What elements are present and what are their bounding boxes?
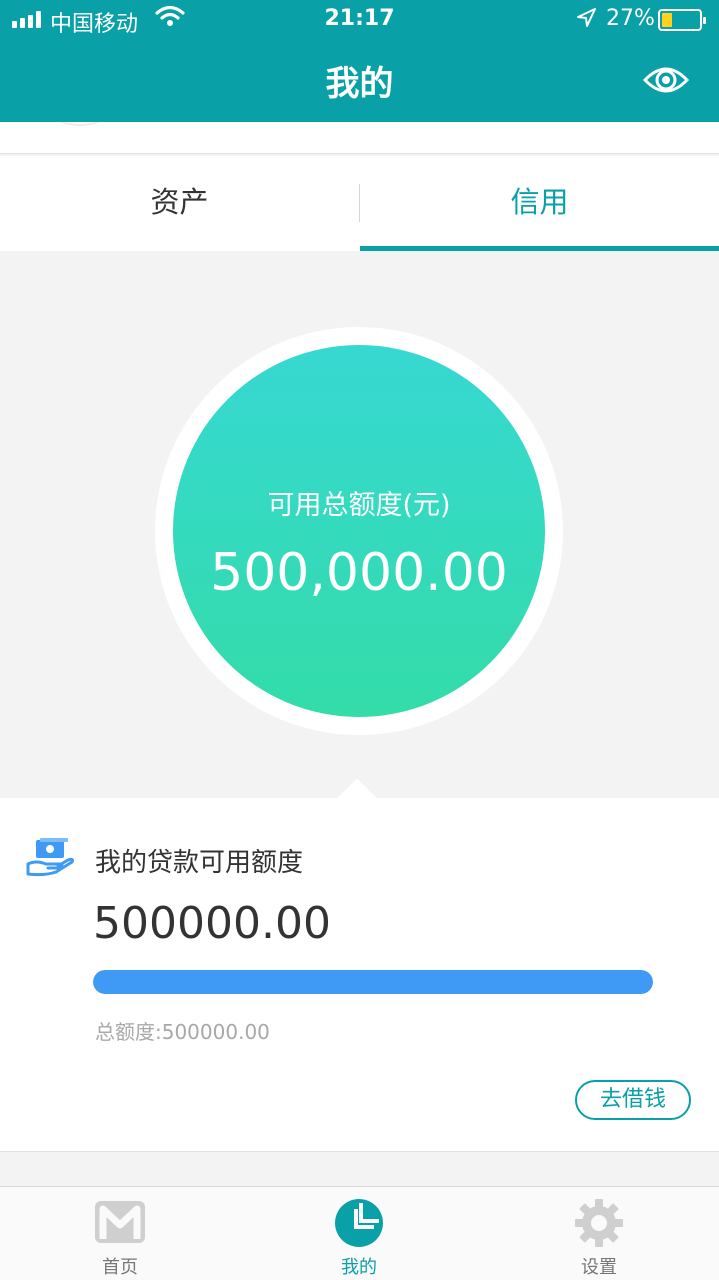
tab-credit-label: 信用	[510, 185, 569, 219]
battery-percent: 27%	[606, 6, 655, 31]
loan-card: 我的贷款可用额度 500000.00 总额度:500000.00 去借钱	[0, 778, 719, 1152]
location-arrow-icon	[577, 8, 596, 27]
battery-icon	[658, 9, 706, 31]
tab-assets-label: 资产	[150, 185, 209, 219]
credit-disc: 可用总额度(元) 500,000.00	[173, 345, 545, 717]
nav-mine-label: 我的	[341, 1257, 377, 1278]
gear-icon	[575, 1199, 623, 1247]
nav-home-label: 首页	[102, 1257, 138, 1278]
available-credit-label: 可用总额度(元)	[267, 490, 451, 521]
profile-strip	[0, 122, 719, 154]
status-bar: 中国移动 21:17 27%	[0, 0, 719, 40]
page-title: 我的	[325, 64, 394, 104]
loan-card-title: 我的贷款可用额度	[95, 848, 304, 878]
nav-settings-label: 设置	[581, 1257, 617, 1278]
tab-bar: 资产 信用	[0, 156, 719, 251]
eye-icon[interactable]	[642, 62, 690, 98]
nav-mine[interactable]: 我的	[269, 1187, 449, 1280]
available-credit-amount: 500,000.00	[210, 543, 508, 603]
credit-circle: 可用总额度(元) 500,000.00	[155, 327, 563, 735]
money-hand-icon	[26, 838, 74, 877]
borrow-button[interactable]: 去借钱	[575, 1080, 691, 1120]
nav-home[interactable]: 首页	[30, 1187, 210, 1280]
nav-settings[interactable]: 设置	[509, 1187, 689, 1280]
home-m-icon	[95, 1201, 145, 1243]
avatar	[35, 122, 125, 126]
tab-assets[interactable]: 资产	[0, 156, 359, 251]
top-bar: 中国移动 21:17 27% 我的	[0, 0, 719, 122]
pie-chart-icon	[335, 1199, 383, 1247]
battery-level	[662, 13, 672, 27]
loan-available-amount: 500000.00	[93, 898, 331, 949]
tab-active-indicator	[360, 246, 719, 251]
loan-total-text: 总额度:500000.00	[95, 1020, 270, 1044]
card-pointer	[337, 778, 377, 818]
bottom-nav: 首页 我的 设置	[0, 1186, 719, 1280]
loan-progress-bar	[93, 970, 653, 994]
tab-credit[interactable]: 信用	[360, 156, 719, 251]
loan-progress-fill	[93, 970, 653, 994]
